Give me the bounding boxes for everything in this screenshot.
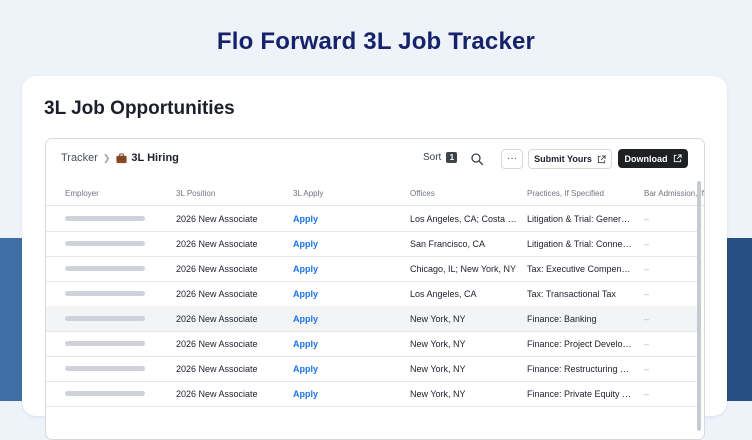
position-cell: 2026 New Associate [176, 214, 258, 224]
offices-cell: New York, NY [410, 364, 466, 374]
breadcrumb: Tracker ❯ 3L Hiring [61, 152, 179, 164]
table-row[interactable]: 2026 New Associate Apply New York, NY Fi… [46, 381, 698, 407]
bar-admission-cell: – [644, 289, 650, 299]
table-row[interactable]: 2026 New Associate Apply New York, NY Fi… [46, 331, 698, 357]
vertical-scrollbar[interactable] [697, 181, 701, 431]
job-card: 3L Job Opportunities Tracker ❯ 3L Hiring… [22, 76, 727, 440]
card-title: 3L Job Opportunities [44, 98, 235, 119]
practices-cell: Tax: Transactional Tax [527, 289, 616, 299]
table-row[interactable]: 2026 New Associate Apply Los Angeles, CA… [46, 281, 698, 307]
offices-cell: San Francisco, CA [410, 239, 486, 249]
position-cell: 2026 New Associate [176, 239, 258, 249]
table-row[interactable]: 2026 New Associate Apply New York, NY Fi… [46, 306, 698, 332]
breadcrumb-root[interactable]: Tracker [61, 152, 98, 164]
practices-cell: Litigation & Trial: Connecticut [527, 239, 633, 249]
employer-placeholder [65, 316, 145, 321]
position-cell: 2026 New Associate [176, 289, 258, 299]
position-cell: 2026 New Associate [176, 264, 258, 274]
sort-button[interactable]: Sort 1 [423, 152, 458, 163]
external-link-icon [597, 154, 606, 163]
employer-placeholder [65, 366, 145, 371]
bar-admission-cell: – [644, 339, 650, 349]
column-header-position[interactable]: 3L Position [176, 189, 215, 198]
column-header-practices[interactable]: Practices, If Specified [527, 189, 604, 198]
table-row[interactable]: 2026 New Associate Apply San Francisco, … [46, 231, 698, 257]
practices-cell: Litigation & Trial: General Litigation [527, 214, 633, 224]
apply-link[interactable]: Apply [293, 364, 353, 374]
toolbar: Tracker ❯ 3L Hiring Sort 1 ··· Submit Yo… [46, 139, 704, 179]
submit-label: Submit Yours [534, 154, 592, 164]
practices-cell: Finance: Project Development [527, 339, 633, 349]
bar-admission-cell: – [644, 364, 650, 374]
sort-count-badge: 1 [446, 152, 458, 163]
bar-admission-cell: – [644, 264, 650, 274]
column-header-apply[interactable]: 3L Apply [293, 189, 323, 198]
apply-link[interactable]: Apply [293, 289, 353, 299]
briefcase-icon [116, 152, 127, 163]
table-row[interactable]: 2026 New Associate Apply Chicago, IL; Ne… [46, 256, 698, 282]
offices-cell: New York, NY [410, 314, 466, 324]
apply-link[interactable]: Apply [293, 314, 353, 324]
apply-link[interactable]: Apply [293, 214, 353, 224]
position-cell: 2026 New Associate [176, 364, 258, 374]
offices-cell: Los Angeles, CA [410, 289, 477, 299]
table-row[interactable]: 2026 New Associate Apply New York, NY Fi… [46, 356, 698, 382]
table-header: Employer 3L Position 3L Apply Offices Pr… [46, 179, 704, 206]
submit-yours-button[interactable]: Submit Yours [528, 149, 612, 169]
apply-link[interactable]: Apply [293, 239, 353, 249]
employer-placeholder [65, 341, 145, 346]
employer-placeholder [65, 216, 145, 221]
external-link-icon [673, 154, 682, 163]
practices-cell: Finance: Private Equity Finance [527, 389, 633, 399]
offices-cell: Los Angeles, CA; Costa Mesa, CA [410, 214, 518, 224]
practices-cell: Tax: Executive Compensation [527, 264, 633, 274]
column-header-employer[interactable]: Employer [65, 189, 99, 198]
practices-cell: Finance: Banking [527, 314, 597, 324]
column-header-offices[interactable]: Offices [410, 189, 435, 198]
sort-label: Sort [423, 152, 442, 163]
offices-cell: New York, NY [410, 389, 466, 399]
apply-link[interactable]: Apply [293, 389, 353, 399]
bar-admission-cell: – [644, 389, 650, 399]
apply-link[interactable]: Apply [293, 264, 353, 274]
table-row[interactable]: 2026 New Associate Apply Los Angeles, CA… [46, 206, 698, 232]
position-cell: 2026 New Associate [176, 339, 258, 349]
column-header-bar-admission[interactable]: Bar Admission, If [644, 189, 704, 198]
bar-admission-cell: – [644, 214, 650, 224]
bar-admission-cell: – [644, 314, 650, 324]
employer-placeholder [65, 266, 145, 271]
offices-cell: New York, NY [410, 339, 466, 349]
position-cell: 2026 New Associate [176, 314, 258, 324]
page-title: Flo Forward 3L Job Tracker [216, 28, 536, 55]
tracker-panel: Tracker ❯ 3L Hiring Sort 1 ··· Submit Yo… [45, 138, 705, 440]
apply-link[interactable]: Apply [293, 339, 353, 349]
position-cell: 2026 New Associate [176, 389, 258, 399]
search-icon[interactable] [470, 152, 484, 166]
employer-placeholder [65, 291, 145, 296]
practices-cell: Finance: Restructuring & Special Situati… [527, 364, 633, 374]
download-button[interactable]: Download [618, 149, 688, 168]
bar-admission-cell: – [644, 239, 650, 249]
download-label: Download [624, 153, 668, 164]
employer-placeholder [65, 241, 145, 246]
more-icon: ··· [507, 153, 517, 164]
offices-cell: Chicago, IL; New York, NY [410, 264, 517, 274]
chevron-right-icon: ❯ [102, 152, 111, 163]
more-options-button[interactable]: ··· [501, 149, 523, 169]
breadcrumb-current[interactable]: 3L Hiring [131, 152, 178, 164]
employer-placeholder [65, 391, 145, 396]
